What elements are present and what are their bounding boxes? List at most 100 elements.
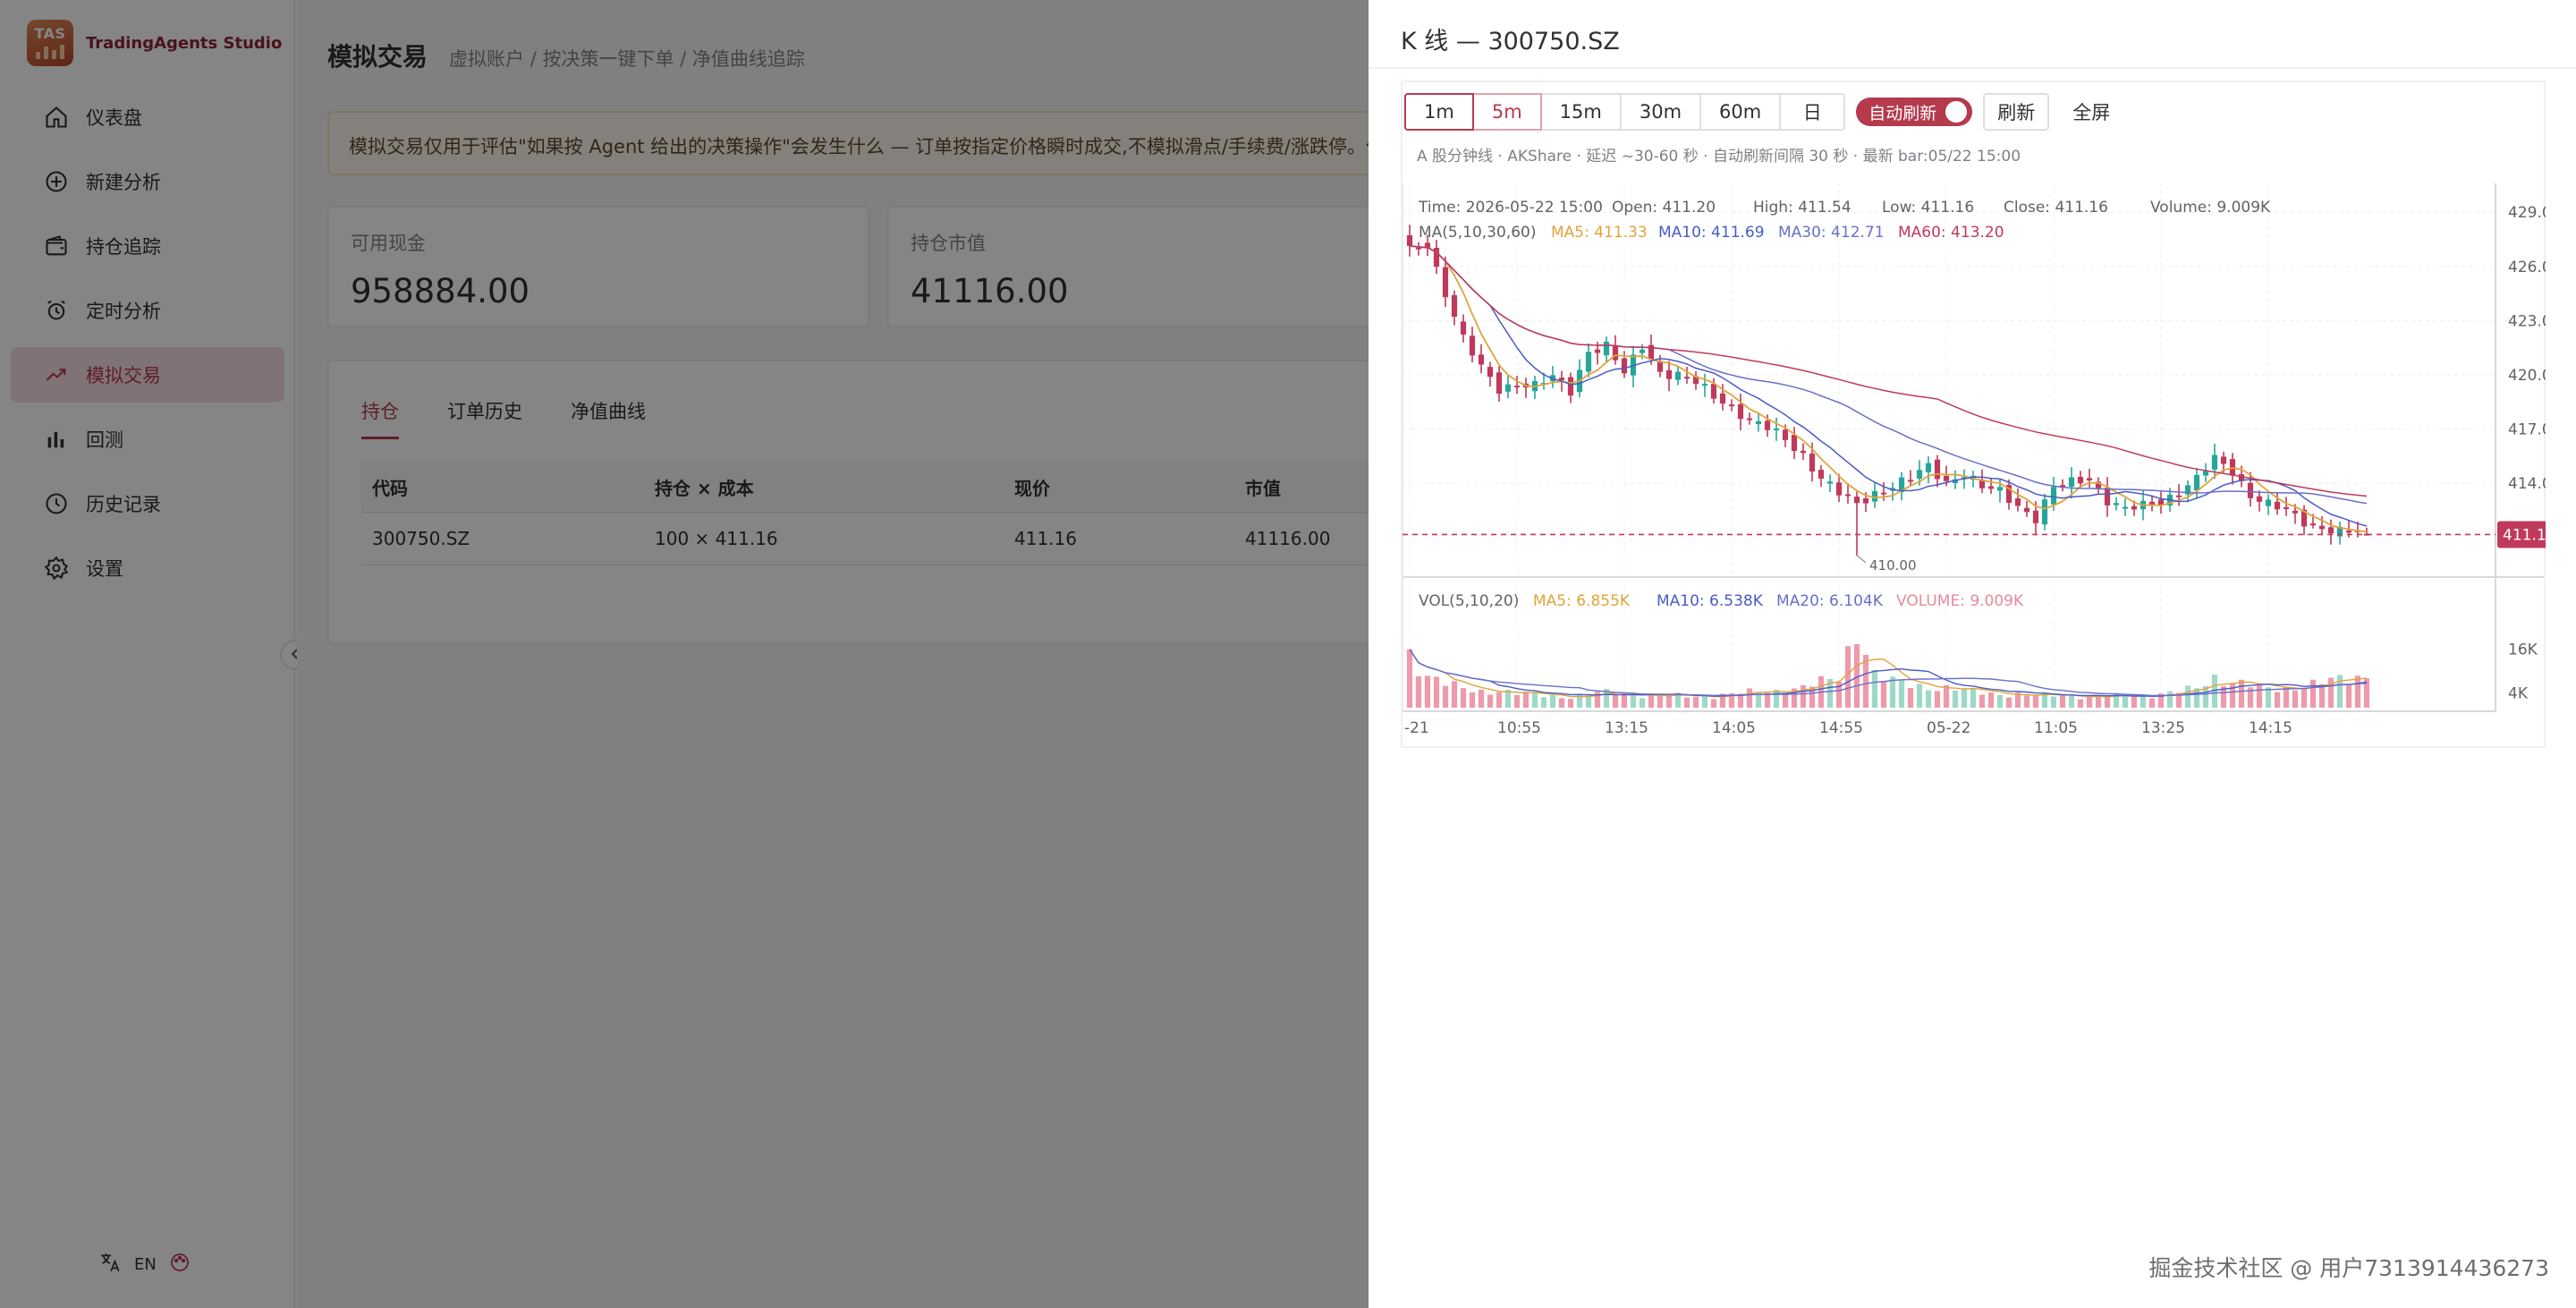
candle-body xyxy=(1603,341,1610,356)
volume-bar xyxy=(2032,695,2039,708)
candle-body xyxy=(1916,470,1923,479)
volume-bar xyxy=(1934,691,1941,708)
candle-body xyxy=(2193,474,2200,491)
candle-body xyxy=(2086,478,2093,480)
candle-body xyxy=(1701,384,1708,386)
volume-bar xyxy=(1513,694,1521,708)
candle-body xyxy=(1621,358,1628,374)
ma30-legend: MA30: 412.71 xyxy=(1778,224,1885,242)
volume-bar xyxy=(1773,689,1780,708)
candle-body xyxy=(2292,510,2299,514)
price-tick-label: 423.00 xyxy=(2508,312,2546,330)
time-tick-label: 10:55 xyxy=(1497,719,1541,737)
fullscreen-button[interactable]: 全屏 xyxy=(2060,93,2123,131)
ma5-legend: MA5: 411.33 xyxy=(1551,224,1648,242)
time-tick-label: 13:15 xyxy=(1605,719,1648,737)
candle-body xyxy=(2023,507,2030,513)
drawer-divider xyxy=(1368,67,2576,69)
candle-body xyxy=(1773,428,1780,430)
volume-bar xyxy=(2327,677,2334,708)
volume-bar xyxy=(2184,685,2191,708)
ohlc-info-text: Close: 411.16 xyxy=(2004,199,2108,217)
time-tick-label: 14:55 xyxy=(1819,719,1863,737)
timeframe-day-button[interactable]: 日 xyxy=(1779,93,1846,131)
ohlc-info-text: Low: 411.16 xyxy=(1882,199,1974,217)
volume-legend: VOLUME: 9.009K xyxy=(1896,592,2024,610)
timeframe-60m-button[interactable]: 60m xyxy=(1699,93,1782,131)
candle-body xyxy=(1737,403,1744,420)
chart-caption: A 股分钟线 · AKShare · 延迟 ~30-60 秒 · 自动刷新间隔 … xyxy=(1417,148,2021,166)
volume-bar xyxy=(2336,675,2343,708)
candle-body xyxy=(1683,377,1690,379)
volume-bar xyxy=(1844,646,1852,708)
volume-bar xyxy=(2318,684,2326,708)
vol-ma10-legend: MA10: 6.538K xyxy=(1657,592,1764,610)
candle-body xyxy=(2077,476,2084,484)
volume-bar xyxy=(1970,687,1977,708)
auto-refresh-toggle[interactable]: 自动刷新 xyxy=(1856,98,1973,126)
timeframe-5m-button[interactable]: 5m xyxy=(1471,93,1542,131)
volume-bar xyxy=(2265,687,2272,708)
volume-bar xyxy=(2283,686,2290,708)
candle-body xyxy=(1853,497,1860,504)
watermark: 掘金技术社区 @ 用户7313914436273 xyxy=(2148,1255,2549,1281)
volume-bar xyxy=(1487,694,1494,708)
volume-bar xyxy=(2345,684,2352,708)
refresh-button[interactable]: 刷新 xyxy=(1983,93,2050,131)
candle-body xyxy=(1496,372,1503,395)
volume-bar xyxy=(1925,690,1932,708)
volume-bar xyxy=(1907,688,1914,708)
timeframe-15m-button[interactable]: 15m xyxy=(1539,93,1622,131)
volume-bar xyxy=(1916,684,1923,708)
volume-bar xyxy=(1621,693,1628,708)
candle-body xyxy=(2274,501,2281,510)
vol-ma20-legend: MA20: 6.104K xyxy=(1776,592,1884,610)
volume-bar xyxy=(1585,695,1592,708)
ma10-legend: MA10: 411.69 xyxy=(1658,224,1765,242)
volume-bar xyxy=(1630,695,1637,708)
candle-body xyxy=(1835,482,1843,496)
candle-body xyxy=(2247,482,2254,498)
candle-body xyxy=(1996,487,2004,491)
volume-bar xyxy=(1800,684,1807,708)
last-price-label: 411.16 xyxy=(2503,526,2546,544)
volume-bar xyxy=(1433,676,1440,708)
volume-bar xyxy=(1540,697,1547,708)
volume-bar xyxy=(2050,696,2057,708)
candle-body xyxy=(1612,345,1619,361)
candle-body xyxy=(1809,453,1816,472)
timeframe-1m-button[interactable]: 1m xyxy=(1404,93,1474,131)
volume-bar xyxy=(2354,675,2361,708)
volume-bar xyxy=(1943,684,1950,708)
price-tick-label: 420.00 xyxy=(2508,367,2546,385)
candle-body xyxy=(1818,470,1825,479)
volume-bar xyxy=(1424,675,1431,708)
candle-body xyxy=(1746,418,1753,420)
volume-bar xyxy=(2023,695,2030,708)
volume-bar xyxy=(1692,696,1699,708)
ohlc-info-text: Open: 411.20 xyxy=(1612,199,1716,217)
volume-bar xyxy=(1478,689,1485,708)
candle-body xyxy=(1943,475,1950,481)
volume-bar xyxy=(1996,694,2004,708)
volume-bar xyxy=(1880,681,1887,708)
kline-chart[interactable]: 429.00 426.00 423.00 420.00 417.00 414.00 -21 1… xyxy=(1402,183,2546,756)
volume-bar xyxy=(1460,688,1467,708)
volume-bar xyxy=(2059,695,2066,708)
volume-bar xyxy=(2309,679,2317,708)
candle-body xyxy=(2220,456,2227,464)
volume-bar xyxy=(1406,649,1413,708)
candle-body xyxy=(1791,434,1798,452)
vol-legend-label: VOL(5,10,20) xyxy=(1419,592,1519,610)
vol-ma10-line xyxy=(1409,649,2368,698)
candle-body xyxy=(1862,498,1869,504)
timeframe-30m-button[interactable]: 30m xyxy=(1619,93,1702,131)
candle-body xyxy=(2104,488,2111,505)
volume-bar xyxy=(1746,688,1753,708)
volume-bar xyxy=(1889,676,1896,708)
volume-bar xyxy=(2256,683,2263,708)
vol-ma5-legend: MA5: 6.855K xyxy=(1533,592,1631,610)
volume-bar xyxy=(2274,692,2281,708)
candle-body xyxy=(2345,530,2352,533)
volume-bar xyxy=(2140,694,2147,708)
